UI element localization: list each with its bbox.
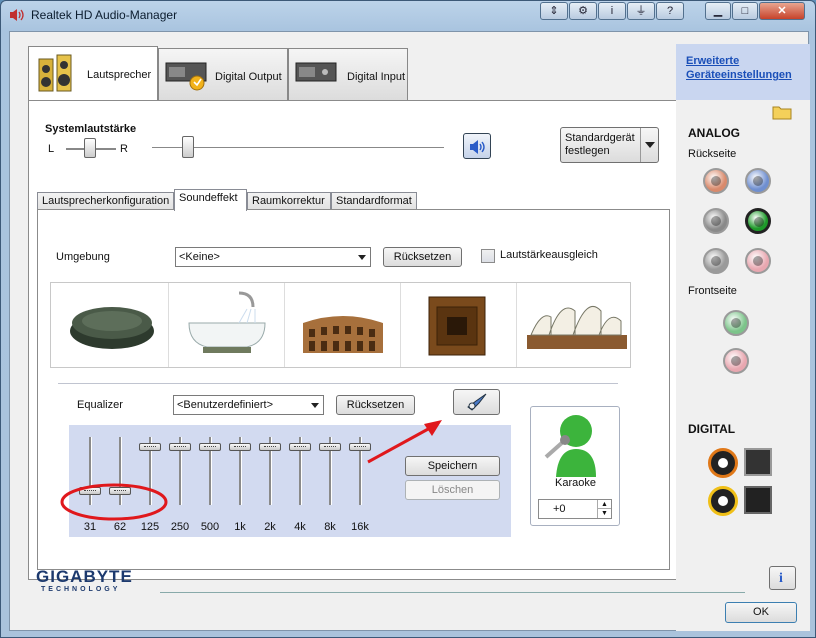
karaoke-value: +0 — [553, 503, 566, 515]
info-button[interactable]: i — [769, 566, 796, 590]
close-button[interactable]: ✕ — [759, 2, 805, 20]
digital-coax-yellow-jack[interactable] — [708, 486, 738, 516]
subtab-sound-effect[interactable]: Soundeffekt — [174, 189, 247, 211]
maximize-button[interactable]: □ — [732, 2, 758, 20]
minimize-button[interactable]: ▁ — [705, 2, 731, 20]
front-jack[interactable] — [723, 348, 749, 374]
speakers-icon — [37, 53, 75, 93]
rear-jack[interactable] — [745, 248, 771, 274]
tab-lautsprecher-label: Lautsprecher — [87, 69, 152, 81]
help-icon[interactable]: ? — [656, 2, 684, 20]
advanced-settings-area: Erweiterte Geräteeinstellungen — [676, 44, 810, 100]
rear-jack[interactable] — [703, 168, 729, 194]
brand-subtitle: TECHNOLOGY — [41, 586, 121, 593]
rear-jack[interactable] — [703, 208, 729, 234]
analog-title: ANALOG — [688, 126, 740, 140]
karaoke-spinner[interactable]: +0 ▲ ▼ — [538, 499, 612, 519]
window-title: Realtek HD Audio-Manager — [31, 8, 178, 22]
speaker-icon — [9, 8, 25, 22]
rear-jack[interactable] — [703, 248, 729, 274]
title-bar: Realtek HD Audio-Manager ⇕ ⚙ i ⏚ ? ▁ □ ✕ — [1, 1, 816, 29]
rear-label: Rückseite — [688, 148, 737, 160]
digital-title: DIGITAL — [688, 422, 736, 436]
digital-coax-orange-jack[interactable] — [708, 448, 738, 478]
digital-optical-jack-2[interactable] — [744, 486, 772, 514]
rear-jack[interactable] — [745, 168, 771, 194]
advanced-settings-link[interactable]: Erweiterte Geräteeinstellungen — [686, 54, 804, 82]
info-icon[interactable]: i — [598, 2, 626, 20]
annotation-arrow-head — [424, 420, 442, 436]
footer-divider — [160, 592, 745, 593]
folder-icon[interactable] — [772, 104, 792, 120]
karaoke-singer-icon[interactable] — [540, 411, 606, 479]
annotation-arrow-line — [367, 426, 431, 464]
brand-logo: GIGABYTE — [36, 567, 133, 586]
front-label: Frontseite — [688, 285, 737, 297]
app-window: Realtek HD Audio-Manager ⇕ ⚙ i ⏚ ? ▁ □ ✕… — [0, 0, 816, 638]
client-area: Lautsprecher Digital Output Digital Inpu… — [9, 31, 810, 631]
tab-lautsprecher[interactable]: Lautsprecher — [28, 46, 158, 100]
settings-icon[interactable]: ⚙ — [569, 2, 597, 20]
resize-icon[interactable]: ⇕ — [540, 2, 568, 20]
spin-up-icon[interactable]: ▲ — [597, 500, 611, 509]
karaoke-label: Karaoke — [555, 477, 596, 489]
info-icon: i — [779, 571, 783, 586]
connector-panel: Erweiterte Geräteeinstellungen ANALOG Rü… — [676, 44, 810, 631]
rear-jack[interactable] — [745, 208, 771, 234]
ok-button[interactable]: OK — [725, 602, 797, 623]
front-jack[interactable] — [723, 310, 749, 336]
spin-down-icon[interactable]: ▼ — [597, 509, 611, 518]
annotation-circle — [60, 483, 168, 521]
digital-optical-jack-1[interactable] — [744, 448, 772, 476]
plug-icon[interactable]: ⏚ — [627, 2, 655, 20]
